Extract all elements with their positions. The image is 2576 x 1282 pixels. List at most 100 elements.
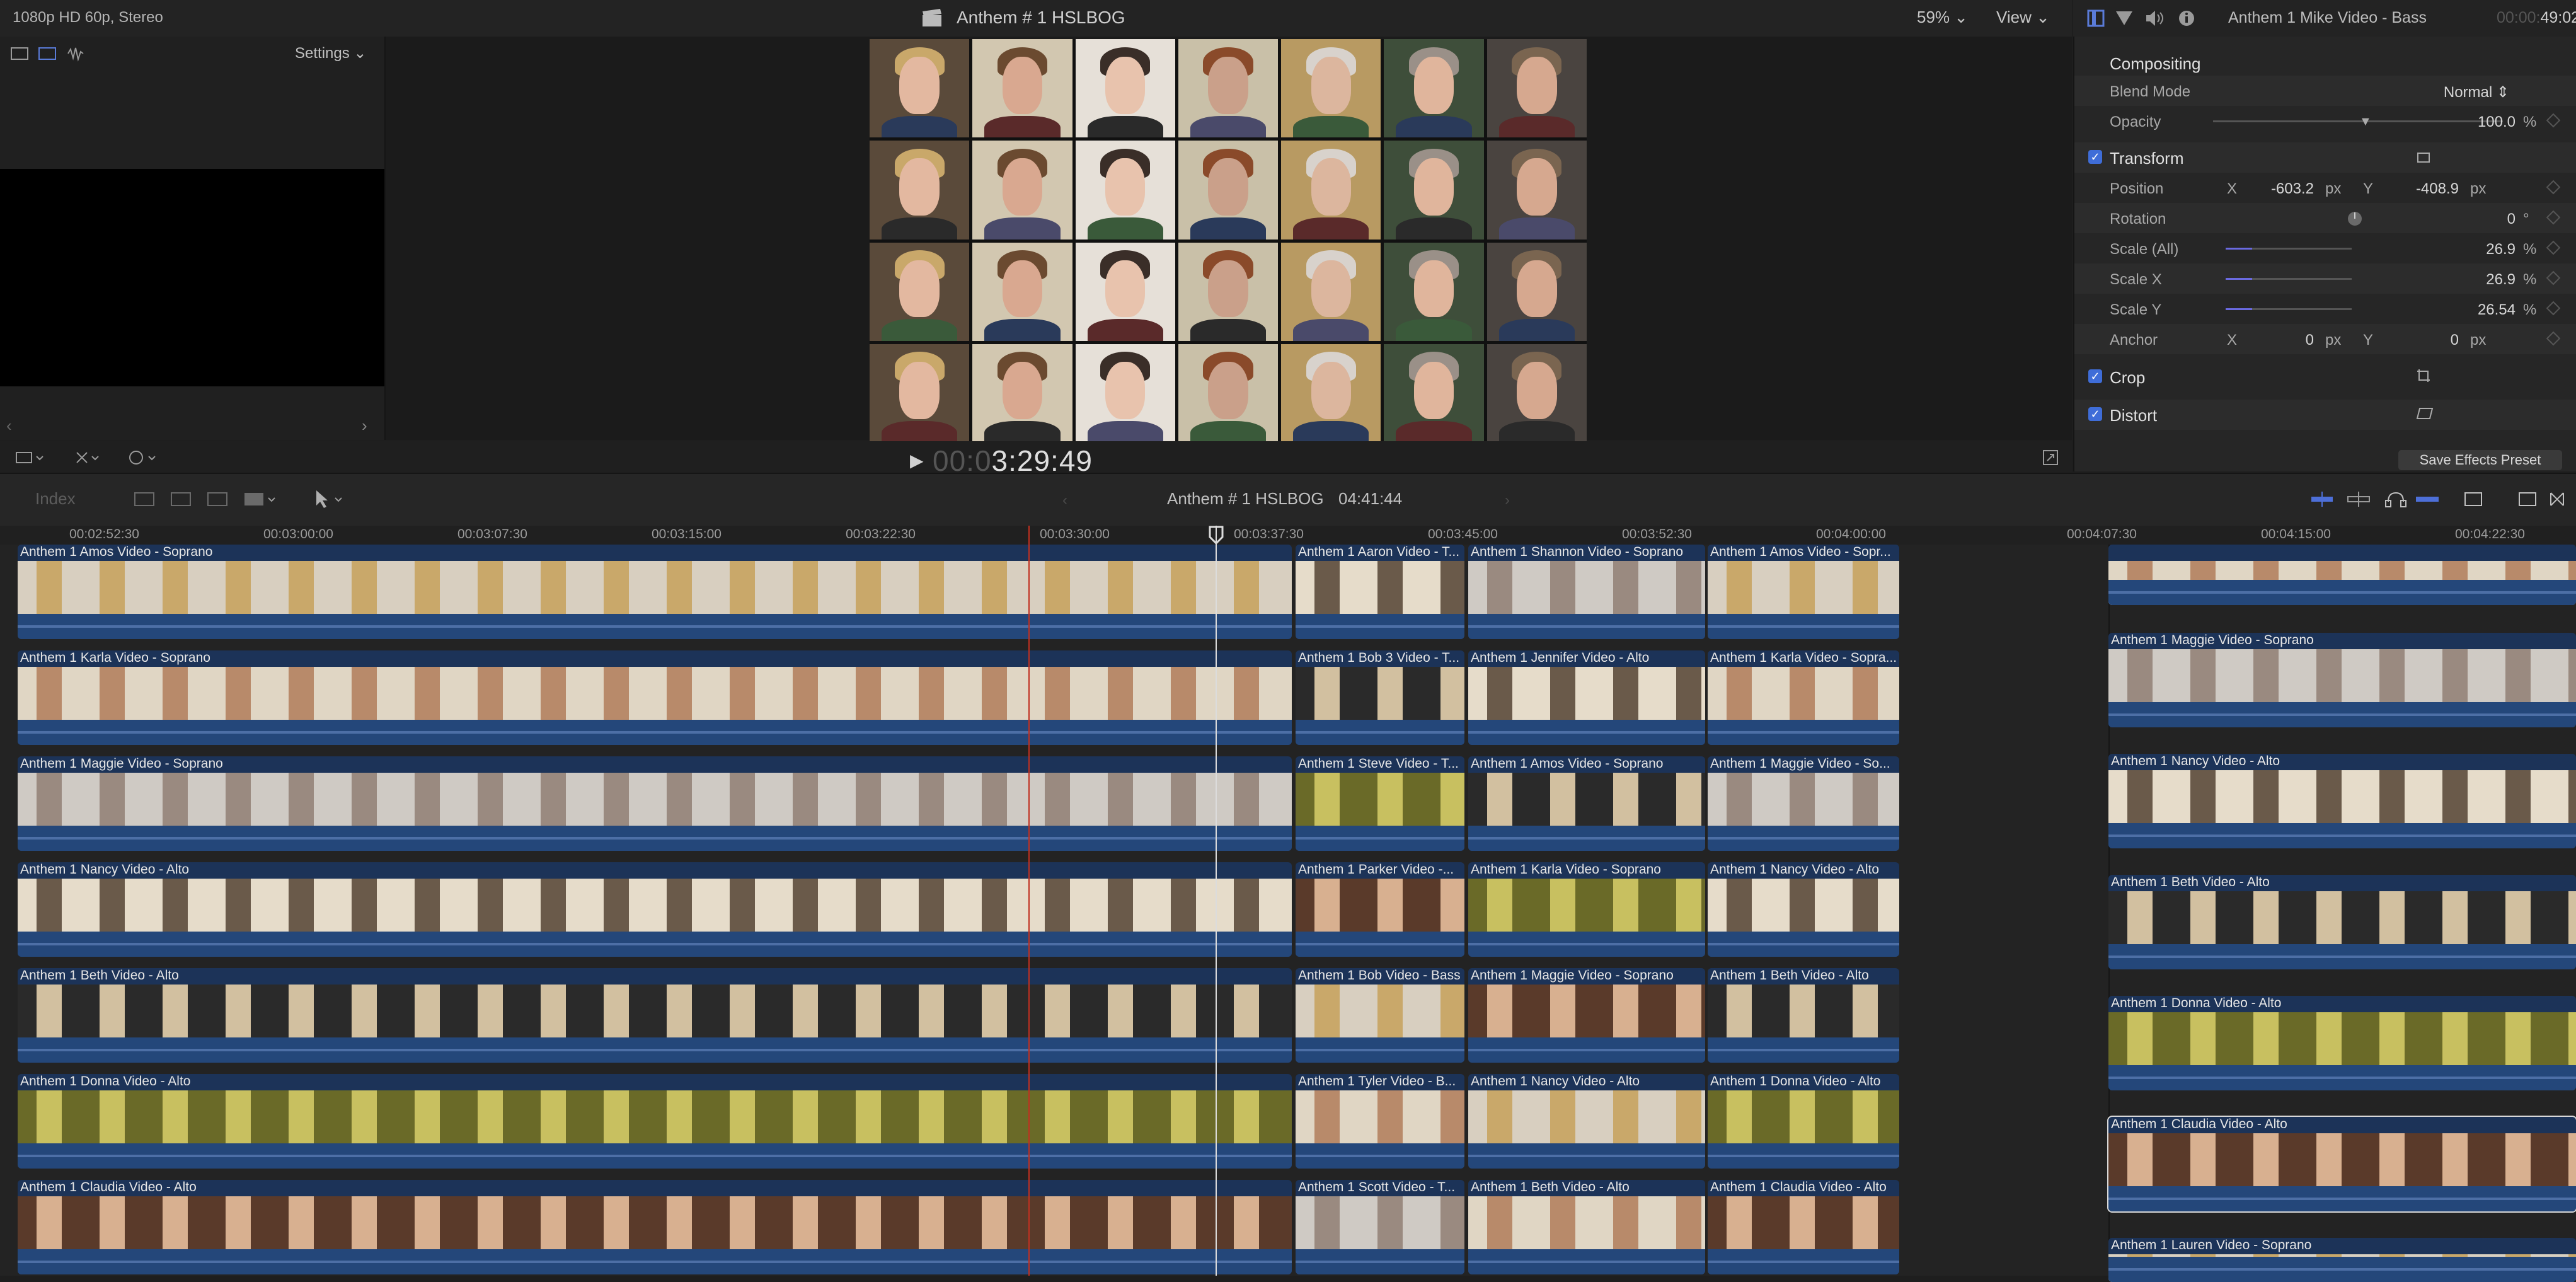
timeline-clip[interactable] bbox=[2108, 545, 2576, 605]
opacity-slider-knob[interactable]: ▼ bbox=[2359, 115, 2372, 129]
scale-all-slider[interactable] bbox=[2226, 248, 2252, 250]
ruler-tick-label: 00:04:15:00 bbox=[2261, 527, 2331, 541]
timeline-clip[interactable]: Anthem 1 Nancy Video - Alto bbox=[18, 862, 1292, 957]
clip-label: Anthem 1 Shannon Video - Soprano bbox=[1471, 545, 1684, 559]
timeline-clip[interactable]: Anthem 1 Steve Video - T... bbox=[1296, 756, 1464, 851]
participant-face bbox=[899, 361, 940, 419]
timeline-clip[interactable]: Anthem 1 Amos Video - Soprano bbox=[18, 545, 1292, 639]
timeline-clip[interactable]: Anthem 1 Amos Video - Soprano bbox=[1468, 756, 1705, 851]
participant-video bbox=[870, 242, 970, 341]
transform-checkbox[interactable]: ✓ bbox=[2088, 150, 2102, 164]
participant-video bbox=[870, 141, 970, 240]
transform-onscreen-icon[interactable] bbox=[2416, 150, 2431, 165]
timeline-view-icons[interactable] bbox=[2310, 489, 2568, 509]
timeline-clip[interactable]: Anthem 1 Maggie Video - Soprano bbox=[18, 756, 1292, 851]
participant-face bbox=[1413, 57, 1454, 114]
timeline-clip[interactable]: Anthem 1 Parker Video -... bbox=[1296, 862, 1464, 957]
timeline-clip[interactable]: Anthem 1 Donna Video - Alto bbox=[1708, 1074, 1899, 1169]
viewer-tool-icons[interactable] bbox=[14, 449, 171, 466]
blend-mode-popup[interactable]: Normal ⇕ bbox=[2364, 83, 2509, 101]
timeline-clip[interactable]: Anthem 1 Maggie Video - Soprano bbox=[2108, 633, 2576, 727]
timeline-clip[interactable]: Anthem 1 Amos Video - Sopr... bbox=[1708, 545, 1899, 639]
timeline-clip[interactable]: Anthem 1 Claudia Video - Alto bbox=[2107, 1116, 2576, 1213]
crop-checkbox[interactable]: ✓ bbox=[2088, 369, 2102, 383]
keyframe-icon[interactable] bbox=[2546, 270, 2561, 286]
timeline-clip[interactable]: Anthem 1 Maggie Video - Soprano bbox=[1468, 968, 1705, 1063]
save-effects-preset-button[interactable]: Save Effects Preset bbox=[2398, 450, 2562, 470]
clip-audio-waveform bbox=[18, 932, 1292, 957]
fullscreen-icon[interactable] bbox=[2042, 449, 2059, 466]
crop-onscreen-icon[interactable] bbox=[2416, 368, 2431, 383]
opacity-row: Opacity ▼ 100.0 % bbox=[2074, 106, 2576, 136]
index-button[interactable]: Index bbox=[35, 489, 76, 509]
timeline-clip[interactable]: Anthem 1 Donna Video - Alto bbox=[18, 1074, 1292, 1169]
view-menu[interactable]: View ⌄ bbox=[1996, 8, 2050, 27]
timeline-clip[interactable]: Anthem 1 Jennifer Video - Alto bbox=[1468, 650, 1705, 745]
participant-video bbox=[1178, 39, 1279, 138]
clip-label: Anthem 1 Beth Video - Alto bbox=[1471, 1180, 1630, 1194]
timeline-clip[interactable]: Anthem 1 Scott Video - T... bbox=[1296, 1180, 1464, 1274]
distort-checkbox[interactable]: ✓ bbox=[2088, 407, 2102, 421]
inspector-tab-icons[interactable] bbox=[2087, 9, 2198, 28]
chevron-right-icon[interactable]: › bbox=[362, 416, 367, 436]
clip-label: Anthem 1 Beth Video - Alto bbox=[1710, 968, 1869, 983]
keyframe-icon[interactable] bbox=[2546, 240, 2561, 255]
timeline-clip[interactable]: Anthem 1 Beth Video - Alto bbox=[2108, 875, 2576, 969]
timeline-clip[interactable]: Anthem 1 Karla Video - Soprano bbox=[18, 650, 1292, 745]
participant-face bbox=[1517, 260, 1557, 318]
clip-label: Anthem 1 Amos Video - Soprano bbox=[1471, 756, 1664, 771]
participant-face bbox=[1105, 158, 1146, 216]
distort-onscreen-icon[interactable] bbox=[2416, 406, 2434, 421]
zoom-menu[interactable]: 59% ⌄ bbox=[1917, 8, 1968, 27]
project-title[interactable]: Anthem # 1 HSLBOG bbox=[957, 8, 1125, 28]
keyframe-icon[interactable] bbox=[2546, 113, 2561, 128]
viewer-video-grid[interactable] bbox=[870, 39, 1587, 442]
timeline-clip[interactable]: Anthem 1 Beth Video - Alto bbox=[1468, 1180, 1705, 1274]
timeline-clip[interactable]: Anthem 1 Nancy Video - Alto bbox=[2108, 754, 2576, 848]
clip-audio-waveform bbox=[1296, 1037, 1464, 1063]
participant-face bbox=[1517, 57, 1557, 114]
timeline-clip[interactable]: Anthem 1 Aaron Video - T... bbox=[1296, 545, 1464, 639]
timeline-clip[interactable]: Anthem 1 Beth Video - Alto bbox=[1708, 968, 1899, 1063]
participant-body bbox=[1087, 319, 1163, 341]
timeline-clip[interactable]: Anthem 1 Tyler Video - B... bbox=[1296, 1074, 1464, 1169]
participant-body bbox=[984, 115, 1061, 138]
playhead-handle-icon[interactable] bbox=[1208, 526, 1224, 545]
keyframe-icon[interactable] bbox=[2546, 331, 2561, 346]
participant-body bbox=[1396, 115, 1472, 138]
scale-x-slider[interactable] bbox=[2226, 278, 2252, 280]
edit-buttons[interactable] bbox=[132, 488, 353, 511]
participant-face bbox=[1413, 158, 1454, 216]
keyframe-icon[interactable] bbox=[2546, 180, 2561, 195]
timeline-clip[interactable]: Anthem 1 Claudia Video - Alto bbox=[18, 1180, 1292, 1274]
timeline-clip[interactable]: Anthem 1 Bob Video - Bass bbox=[1296, 968, 1464, 1063]
timeline-clip[interactable]: Anthem 1 Donna Video - Alto bbox=[2108, 996, 2576, 1090]
keyframe-icon[interactable] bbox=[2546, 210, 2561, 225]
clip-audio-waveform bbox=[1296, 932, 1464, 957]
timeline-clip[interactable]: Anthem 1 Maggie Video - So... bbox=[1708, 756, 1899, 851]
browser-panel bbox=[0, 37, 386, 440]
participant-body bbox=[1293, 115, 1369, 138]
clip-label: Anthem 1 Steve Video - T... bbox=[1298, 756, 1459, 771]
participant-body bbox=[1498, 319, 1575, 341]
timeline-clip[interactable]: Anthem 1 Shannon Video - Soprano bbox=[1468, 545, 1705, 639]
participant-face bbox=[1208, 361, 1248, 419]
rotation-dial-icon[interactable] bbox=[2347, 211, 2363, 227]
timeline-clip[interactable]: Anthem 1 Beth Video - Alto bbox=[18, 968, 1292, 1063]
timeline-clip[interactable]: Anthem 1 Bob 3 Video - T... bbox=[1296, 650, 1464, 745]
timeline-clip[interactable]: Anthem 1 Nancy Video - Alto bbox=[1708, 862, 1899, 957]
play-button[interactable]: ▶ bbox=[910, 450, 924, 471]
scale-y-slider[interactable] bbox=[2226, 308, 2252, 310]
browser-view-icons[interactable] bbox=[10, 44, 86, 63]
timeline-clip[interactable]: Anthem 1 Karla Video - Soprano bbox=[1468, 862, 1705, 957]
timeline-clip[interactable]: Anthem 1 Karla Video - Sopra... bbox=[1708, 650, 1899, 745]
back-arrow-icon[interactable]: ‹ bbox=[1062, 492, 1067, 509]
settings-menu[interactable]: Settings ⌄ bbox=[295, 44, 367, 62]
chevron-left-icon[interactable]: ‹ bbox=[6, 416, 12, 436]
participant-body bbox=[984, 217, 1061, 240]
forward-arrow-icon[interactable]: › bbox=[1505, 492, 1510, 509]
timeline-clip[interactable]: Anthem 1 Nancy Video - Alto bbox=[1468, 1074, 1705, 1169]
playhead[interactable] bbox=[1216, 526, 1217, 1276]
keyframe-icon[interactable] bbox=[2546, 301, 2561, 316]
timeline-clip[interactable]: Anthem 1 Claudia Video - Alto bbox=[1708, 1180, 1899, 1274]
